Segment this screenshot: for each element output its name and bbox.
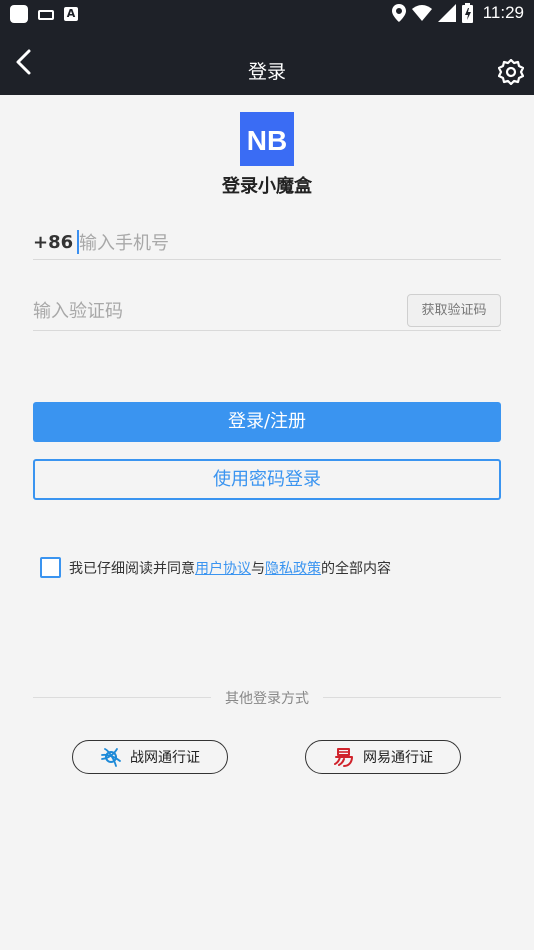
- privacy-policy-link[interactable]: 隐私政策: [265, 558, 321, 578]
- login-register-button[interactable]: 登录/注册: [33, 402, 501, 442]
- netease-label: 网易通行证: [363, 750, 433, 766]
- agreement-row: 我已仔细阅读并同意 用户协议与隐私政策 的全部内容: [40, 557, 391, 578]
- notification-icon: [10, 5, 28, 23]
- user-agreement-link[interactable]: 用户协议: [195, 558, 251, 578]
- svg-text:NB: NB: [247, 125, 287, 156]
- netease-login-button[interactable]: 网易通行证: [305, 740, 461, 774]
- agreement-prefix: 我已仔细阅读并同意: [69, 560, 195, 577]
- signal-icon: [437, 4, 456, 22]
- get-code-button[interactable]: 获取验证码: [407, 294, 501, 327]
- text-input-icon: A: [64, 7, 78, 21]
- top-bar: 登录: [0, 28, 534, 95]
- battlenet-icon: [101, 748, 121, 767]
- code-input[interactable]: [33, 296, 383, 326]
- clock: 11:29: [482, 3, 524, 22]
- page-title: 登录: [247, 61, 286, 83]
- netease-icon: [334, 748, 353, 767]
- keyboard-icon: [38, 10, 54, 20]
- battery-icon: [461, 3, 473, 23]
- nb-logo-icon: NB: [247, 125, 287, 156]
- status-bar: A 11:29: [0, 0, 534, 28]
- app-logo: NB: [240, 112, 294, 166]
- phone-input[interactable]: [79, 229, 489, 257]
- code-row: 获取验证码: [33, 293, 501, 331]
- divider-right: [323, 697, 501, 698]
- agreement-suffix: 的全部内容: [321, 560, 391, 577]
- wifi-icon: [411, 5, 432, 21]
- battlenet-login-button[interactable]: 战网通行证: [72, 740, 228, 774]
- app-name: 登录小魔盒: [222, 176, 312, 197]
- agreement-and: 与: [251, 560, 265, 577]
- gear-icon[interactable]: [498, 59, 524, 85]
- battlenet-label: 战网通行证: [130, 750, 200, 766]
- location-icon: [391, 4, 406, 22]
- phone-row: +86: [33, 226, 501, 260]
- country-code[interactable]: +86: [33, 232, 73, 253]
- password-login-button[interactable]: 使用密码登录: [33, 459, 501, 500]
- other-login-label: 其他登录方式: [225, 691, 309, 707]
- agreement-checkbox[interactable]: [40, 557, 61, 578]
